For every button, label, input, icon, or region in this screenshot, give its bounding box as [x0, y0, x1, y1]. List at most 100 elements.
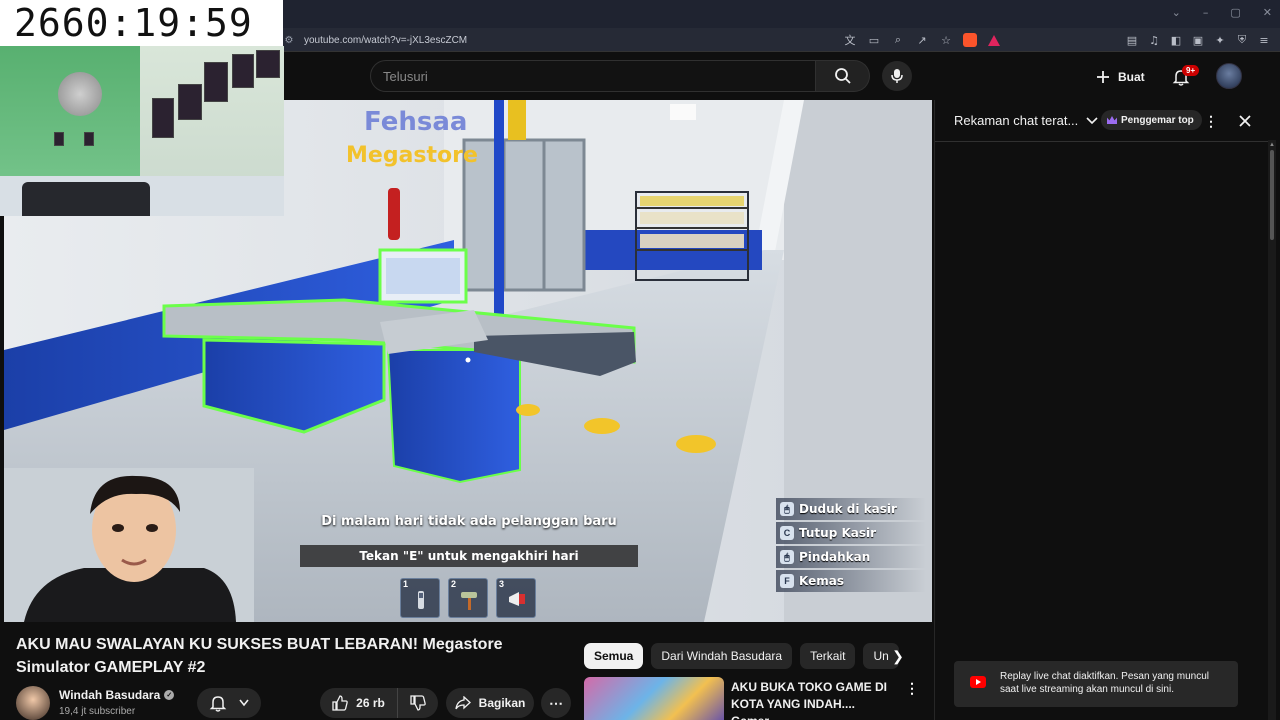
- search-icon: [834, 68, 851, 84]
- chat-replay-notice: Replay live chat diaktifkan. Pesan yang …: [954, 661, 1238, 707]
- dislike-button[interactable]: [398, 688, 438, 718]
- notification-badge: 9+: [1182, 65, 1200, 76]
- top-fan-label: Penggemar top: [1121, 114, 1194, 126]
- more-actions-button[interactable]: ⋯: [541, 688, 571, 718]
- chat-menu-icon[interactable]: ⋮: [1203, 112, 1219, 130]
- reader-icon[interactable]: ▤: [1124, 32, 1140, 48]
- scroll-up-icon[interactable]: ▲: [1268, 142, 1276, 150]
- plus-icon: [1097, 71, 1109, 83]
- roller-icon: [461, 592, 477, 610]
- zoom-icon[interactable]: ⌕: [890, 32, 906, 48]
- extension-toolbar: ▤ ♫ ◧ ▣ ✦ ⛨ ≡: [1124, 32, 1272, 48]
- key-hint-label: Tutup Kasir: [799, 526, 877, 540]
- floor-marker: [676, 435, 716, 453]
- chevron-right-icon[interactable]: ❯: [888, 646, 908, 666]
- top-fan-chip[interactable]: Penggemar top: [1101, 110, 1202, 130]
- youtube-header: Buat 9+: [284, 52, 1280, 100]
- cast-icon[interactable]: ▭: [866, 32, 882, 48]
- fan-image: [58, 72, 102, 116]
- search-box: [370, 60, 816, 92]
- related-video-title[interactable]: AKU BUKA TOKO GAME DI KOTA YANG INDAH...…: [731, 679, 896, 720]
- streamer-image: [4, 468, 254, 622]
- key-hint-label: Pindahkan: [799, 550, 871, 564]
- chevron-down-icon: [1086, 116, 1098, 124]
- music-icon[interactable]: ♫: [1146, 32, 1162, 48]
- frame-image: [84, 132, 94, 146]
- share-icon: [455, 696, 471, 710]
- related-video-thumbnail[interactable]: [584, 677, 724, 720]
- search-input[interactable]: [383, 61, 803, 91]
- url-field[interactable]: ⚙ youtube.com/watch?v=-jXL3escZCM 文 ▭ ⌕ …: [282, 30, 1002, 50]
- chat-title: Rekaman chat terat...: [954, 113, 1079, 128]
- store-sign-megastore: Megastore: [346, 143, 478, 168]
- chip-related[interactable]: Terkait: [800, 643, 856, 669]
- key-hint-sit-cashier: 🖱 Duduk di kasir: [776, 498, 926, 520]
- create-button[interactable]: Buat: [1096, 66, 1145, 88]
- like-count: 26 rb: [356, 696, 385, 710]
- window-menu-icon[interactable]: ⌄: [1172, 6, 1181, 19]
- chip-from-channel[interactable]: Dari Windah Basudara: [651, 643, 793, 669]
- chat-mode-dropdown[interactable]: Rekaman chat terat...: [954, 113, 1098, 128]
- vpn-icon[interactable]: ⛨: [1234, 32, 1250, 48]
- key-hint-pack: F Kemas: [776, 570, 926, 592]
- stream-timer: 2660:19:59: [0, 0, 283, 46]
- poster-image: [178, 84, 202, 120]
- account-avatar[interactable]: [1216, 63, 1242, 89]
- hotbar-slot-3: 3: [496, 578, 536, 618]
- live-chat-panel: Rekaman chat terat... Penggemar top ⋮: [934, 100, 1271, 720]
- webcam-room-view: [0, 46, 284, 216]
- bell-icon: [209, 696, 227, 712]
- share-button[interactable]: Bagikan: [446, 688, 534, 718]
- slot-number: 2: [451, 579, 457, 589]
- share-page-icon[interactable]: ↗: [914, 32, 930, 48]
- key-hint-close-cashier: C Tutup Kasir: [776, 522, 926, 544]
- create-label: Buat: [1118, 70, 1145, 84]
- megaphone-icon: [509, 592, 525, 606]
- url-text[interactable]: youtube.com/watch?v=-jXL3escZCM: [304, 35, 467, 46]
- key-hints: 🖱 Duduk di kasir C Tutup Kasir 🖱 Pindahk…: [776, 498, 926, 594]
- like-button[interactable]: 26 rb: [320, 688, 398, 718]
- minimize-icon[interactable]: –: [1203, 6, 1209, 19]
- close-window-icon[interactable]: ✕: [1263, 6, 1272, 19]
- chevron-down-icon: [239, 699, 249, 707]
- brave-shield-icon: [962, 32, 978, 48]
- chat-replay-text: Replay live chat diaktifkan. Pesan yang …: [1000, 671, 1210, 695]
- mouse-icon: 🖱: [780, 502, 794, 516]
- poster-image: [256, 50, 280, 78]
- couch-image: [22, 182, 150, 216]
- leo-icon[interactable]: ✦: [1212, 32, 1228, 48]
- close-chat-button[interactable]: [1235, 111, 1255, 131]
- poster-image: [204, 62, 228, 102]
- related-video-menu-icon[interactable]: ⋮: [905, 680, 919, 696]
- channel-name-text[interactable]: Windah Basudara: [59, 688, 160, 702]
- thumbs-down-icon: [410, 695, 426, 711]
- subscriber-count: 19,4 jt subscriber: [59, 706, 136, 717]
- poster-image: [232, 54, 254, 88]
- key-f-icon: F: [780, 574, 794, 588]
- key-hint-move: 🖱 Pindahkan: [776, 546, 926, 568]
- bookmark-icon[interactable]: ☆: [938, 32, 954, 48]
- window-controls: ⌄ – ▢ ✕: [1172, 6, 1272, 19]
- maximize-icon[interactable]: ▢: [1230, 6, 1240, 19]
- poster-image: [152, 98, 174, 138]
- key-hint-label: Duduk di kasir: [799, 502, 897, 516]
- translate-icon[interactable]: 文: [842, 32, 858, 48]
- youtube-logo-icon: [970, 676, 986, 688]
- channel-name[interactable]: Windah Basudara ✓: [59, 688, 175, 702]
- slot-number: 1: [403, 579, 409, 589]
- chip-all[interactable]: Semua: [584, 643, 644, 669]
- verified-icon: ✓: [164, 690, 175, 700]
- subscription-bell-button[interactable]: [197, 688, 261, 718]
- hotbar-slot-2: 2: [448, 578, 488, 618]
- scrollbar-thumb[interactable]: [1270, 150, 1274, 240]
- video-title: AKU MAU SWALAYAN KU SUKSES BUAT LEBARAN!…: [16, 636, 503, 676]
- site-settings-icon[interactable]: ⚙: [282, 33, 296, 47]
- like-dislike-group: 26 rb: [320, 688, 438, 718]
- close-icon: [1239, 115, 1251, 127]
- channel-avatar[interactable]: [16, 686, 50, 720]
- search-button[interactable]: [816, 60, 870, 92]
- wallet-icon[interactable]: ▣: [1190, 32, 1206, 48]
- menu-icon[interactable]: ≡: [1256, 32, 1272, 48]
- voice-search-button[interactable]: [882, 61, 912, 91]
- sidebar-icon[interactable]: ◧: [1168, 32, 1184, 48]
